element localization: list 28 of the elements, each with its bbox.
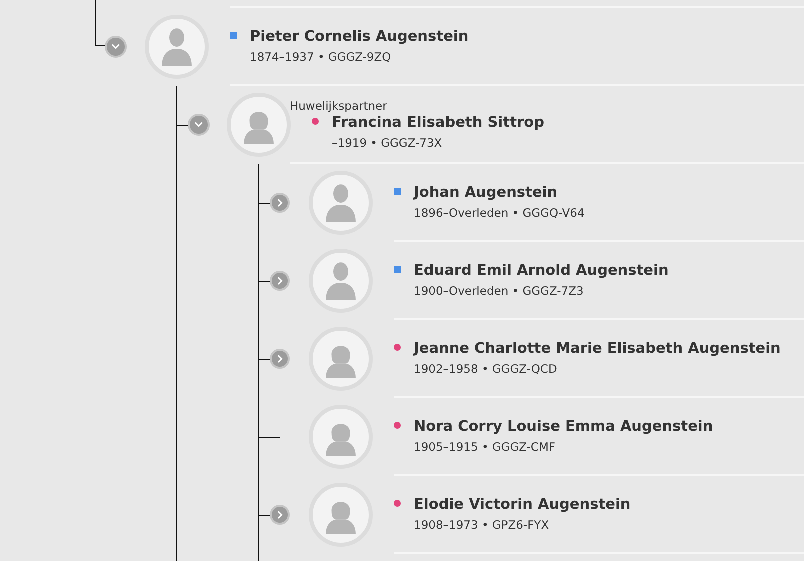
- person-details: 1902–1958 • GGGZ-QCD: [413, 362, 558, 376]
- person-name[interactable]: Eduard Emil Arnold Augenstein: [414, 262, 669, 278]
- person-name[interactable]: Pieter Cornelis Augenstein: [250, 28, 469, 44]
- expand-toggle[interactable]: [188, 114, 210, 136]
- person-name[interactable]: Johan Augenstein: [414, 184, 558, 200]
- person-name[interactable]: Jeanne Charlotte Marie Elisabeth Augenstein: [414, 340, 781, 356]
- person-details: 1896–Overleden • GGGQ-V64: [413, 206, 586, 220]
- expand-toggle[interactable]: [270, 193, 290, 213]
- expand-toggle[interactable]: [270, 271, 290, 291]
- person-name[interactable]: Elodie Victorin Augenstein: [414, 496, 631, 512]
- chevron-down-icon: [195, 122, 203, 128]
- person-details: 1874–1937 • GGGZ-9ZQ: [249, 50, 392, 64]
- expand-toggle[interactable]: [105, 36, 127, 58]
- chevron-right-icon: [278, 199, 283, 207]
- chevron-right-icon: [278, 511, 283, 519]
- chevron-down-icon: [112, 44, 120, 50]
- spouse-label: Huwelijkspartner: [290, 98, 388, 112]
- person-details: 1908–1973 • GPZ6-FYX: [413, 518, 550, 532]
- chevron-right-icon: [278, 355, 283, 363]
- person-details: 1900–Overleden • GGGZ-7Z3: [413, 284, 585, 298]
- person-details: 1905–1915 • GGGZ-CMF: [413, 440, 557, 454]
- connector-line: [95, 0, 105, 46]
- expand-toggle[interactable]: [270, 349, 290, 369]
- expand-toggle[interactable]: [270, 505, 290, 525]
- person-name[interactable]: Nora Corry Louise Emma Augenstein: [414, 418, 714, 434]
- person-details: –1919 • GGGZ-73X: [331, 136, 444, 150]
- chevron-right-icon: [278, 277, 283, 285]
- person-name[interactable]: Francina Elisabeth Sittrop: [332, 114, 545, 130]
